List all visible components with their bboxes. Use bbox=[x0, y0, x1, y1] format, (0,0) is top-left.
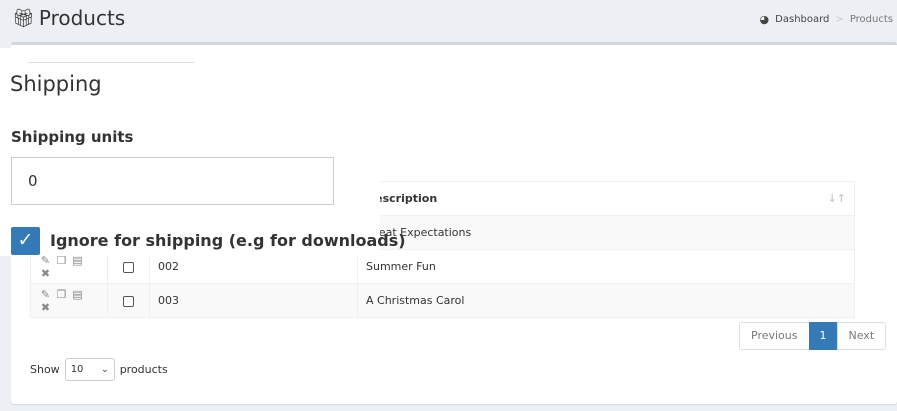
ignore-shipping-label[interactable]: Ignore for shipping (e.g for downloads) bbox=[50, 231, 406, 250]
copy-icon[interactable]: ❐ bbox=[55, 254, 68, 267]
pagination: Previous 1 Next bbox=[739, 322, 887, 350]
row-checkbox[interactable] bbox=[123, 261, 134, 273]
content-header: 🎁︎ Products ◕ Dashboard > Products bbox=[0, 0, 897, 40]
gift-icon: 🎁︎ bbox=[12, 7, 35, 29]
copy-icon[interactable]: ❐ bbox=[55, 288, 68, 301]
row-description: A Christmas Carol bbox=[357, 283, 855, 318]
breadcrumb-dashboard-link[interactable]: Dashboard bbox=[775, 14, 829, 25]
row-sku: 003 bbox=[149, 283, 358, 318]
pdf-icon[interactable]: ▤ bbox=[71, 254, 84, 267]
row-actions: ✎❐▤ ✖ bbox=[30, 283, 108, 318]
shipping-units-label: Shipping units bbox=[11, 128, 134, 146]
page-size-suffix: products bbox=[119, 363, 168, 376]
checkmark-icon: ✓ bbox=[17, 230, 34, 251]
page-size-prefix: Show bbox=[30, 363, 60, 376]
ignore-shipping-checkbox[interactable]: ✓ bbox=[11, 227, 40, 255]
row-select bbox=[107, 283, 150, 318]
next-page-button[interactable]: Next bbox=[836, 322, 887, 350]
sort-icon[interactable]: ↓↑ bbox=[828, 192, 846, 205]
edit-icon[interactable]: ✎ bbox=[39, 254, 52, 267]
breadcrumb-separator: > bbox=[835, 14, 844, 25]
chevron-down-icon: ⌄ bbox=[101, 364, 109, 375]
row-checkbox[interactable] bbox=[123, 295, 134, 307]
table-row: ✎ ❐ ▤ ✖ 003 A Christmas Carol bbox=[30, 283, 855, 318]
previous-page-button[interactable]: Previous bbox=[739, 322, 810, 350]
dashboard-icon: ◕ bbox=[759, 13, 770, 26]
page-title-text: Products bbox=[38, 6, 126, 30]
pdf-icon[interactable]: ▤ bbox=[71, 288, 84, 301]
shipping-units-input[interactable]: 0 bbox=[11, 157, 334, 205]
header-description[interactable]: Description ↓↑ bbox=[357, 181, 855, 216]
shipping-heading: Shipping bbox=[10, 72, 102, 96]
breadcrumb: ◕ Dashboard > Products bbox=[760, 13, 893, 26]
row-description: Great Expectations bbox=[357, 215, 855, 250]
delete-icon[interactable]: ✖ bbox=[39, 301, 52, 314]
page-size-control: Show 10 ⌄ products bbox=[30, 358, 168, 381]
divider bbox=[28, 62, 194, 63]
current-page-button[interactable]: 1 bbox=[808, 322, 838, 350]
row-description: Summer Fun bbox=[357, 249, 855, 284]
breadcrumb-products: Products bbox=[849, 14, 893, 25]
edit-icon[interactable]: ✎ bbox=[39, 288, 52, 301]
delete-icon[interactable]: ✖ bbox=[39, 267, 52, 280]
page-title: 🎁︎ Products bbox=[12, 6, 125, 30]
page-size-select[interactable]: 10 ⌄ bbox=[64, 358, 115, 381]
page-size-value: 10 bbox=[70, 364, 84, 375]
